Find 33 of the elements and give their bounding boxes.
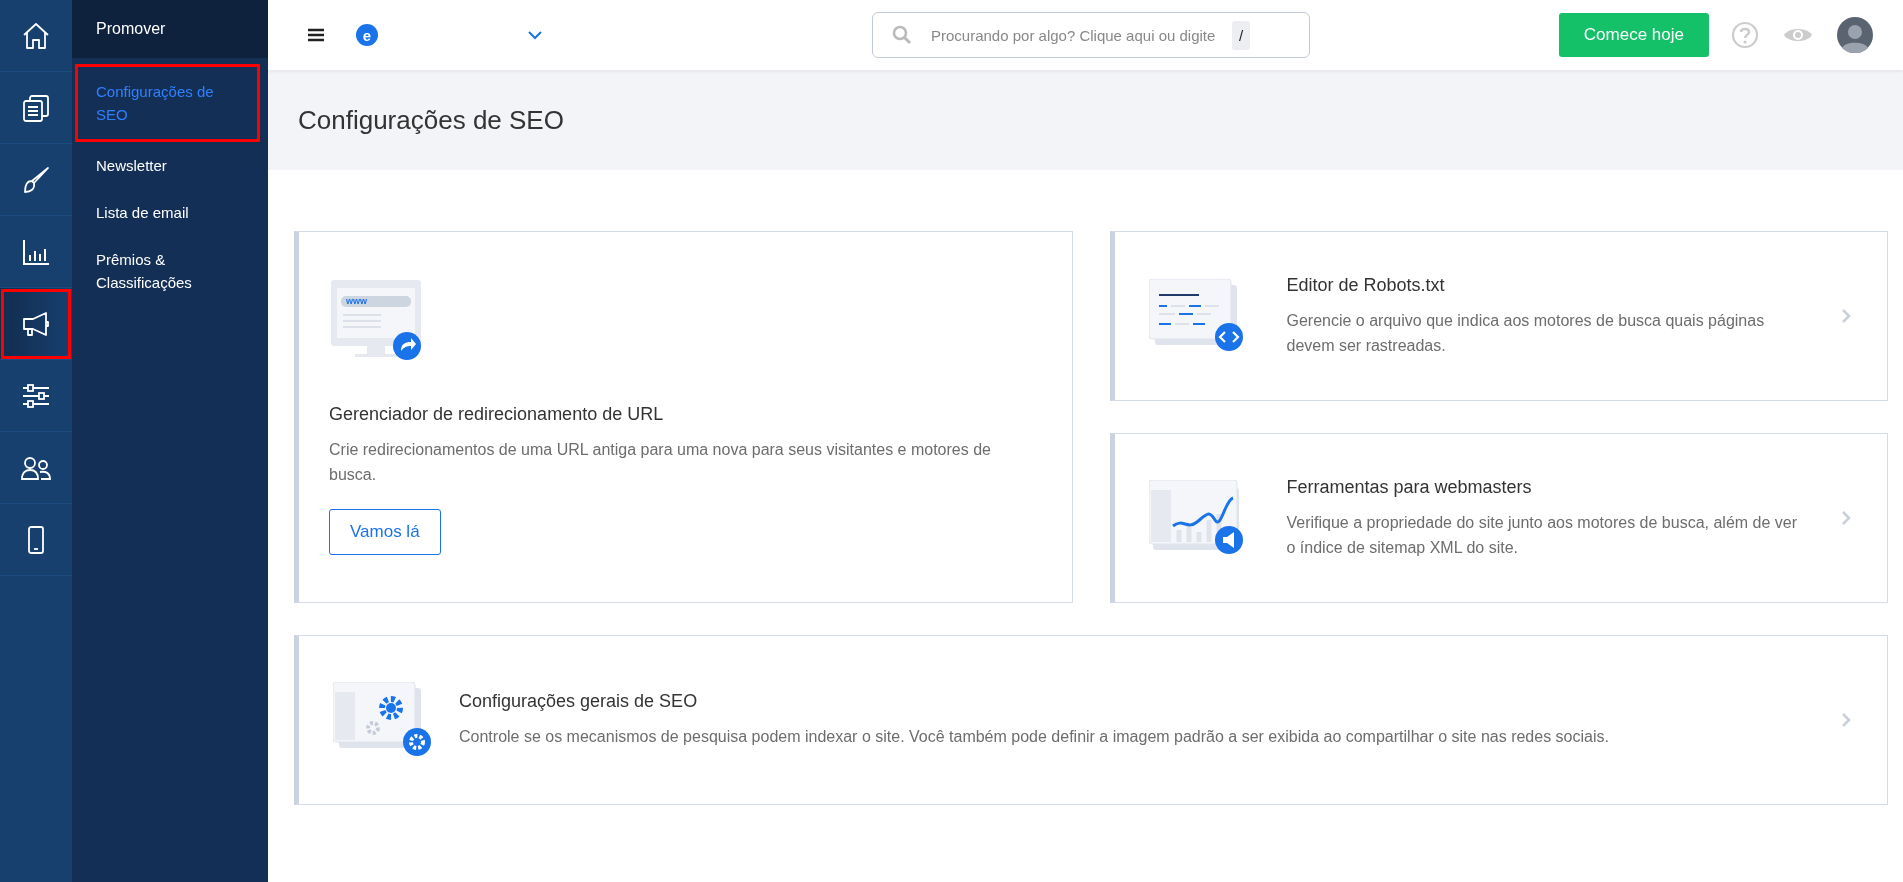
nav-link[interactable]: Prêmios & Classificações <box>72 236 268 306</box>
nav-link[interactable]: Configurações de SEO <box>75 64 260 142</box>
section-title: Promover <box>72 0 268 58</box>
nav-link[interactable]: Newsletter <box>72 142 268 189</box>
home-icon <box>21 20 51 51</box>
chevron-right-icon <box>1841 712 1851 728</box>
chevron-right-icon <box>1841 510 1851 526</box>
card-description: Crie redirecionamentos de uma URL antiga para uma nova para seus visitantes e motores de busca. <box>329 439 992 485</box>
feature-card[interactable]: Ferramentas para webmasters Verifique a propriedade do site junto aos motores de busca, além de ver o índice de sitemap XML do site. <box>1109 433 1888 603</box>
nav-link[interactable]: Lista de email <box>72 189 268 236</box>
chevron-down-icon[interactable] <box>528 30 542 40</box>
card-description: Verifique a propriedade do site junto aos motores de busca, além de ver o índice de sitemap XML do site. <box>1286 512 1799 558</box>
logo[interactable]: e <box>356 24 378 46</box>
card-description: Controle se os mecanismos de pesquisa podem indexar o site. Você também pode definir a imagem padrão a ser exibida ao compartilhar o site nas redes sociais. <box>459 727 1610 747</box>
brush-icon <box>21 164 51 195</box>
feature-card[interactable]: www Gerenciador de redirecionamento de URL Crie redirecionamentos de uma URL antiga para uma nova para seus visitantes e motores de busca. Vamos lá <box>294 231 1073 603</box>
shortcut-key: / <box>1232 21 1251 50</box>
page-title: Configurações de SEO <box>298 104 564 136</box>
card-title: Editor de Robots.txt <box>1286 274 1446 296</box>
feature-card[interactable]: Editor de Robots.txt Gerencie o arquivo que indica aos motores de busca quais páginas devem ser rastreadas. <box>1109 231 1888 401</box>
chevron-right-icon <box>1841 308 1851 324</box>
card-title: Ferramentas para webmasters <box>1286 476 1533 498</box>
avatar[interactable] <box>1837 17 1873 53</box>
feature-card[interactable]: Configurações gerais de SEO Controle se os mecanismos de pesquisa podem indexar o site. Você também pode definir a imagem padrão a ser exibida ao compartilhar o site nas redes sociais. <box>294 635 1888 805</box>
menu-icon[interactable] <box>308 28 324 42</box>
document-icon <box>21 92 51 123</box>
card-title: Configurações gerais de SEO <box>459 691 699 712</box>
go-button[interactable]: Vamos lá <box>329 508 441 555</box>
search-icon <box>892 25 912 45</box>
card-description: Gerencie o arquivo que indica aos motores de busca quais páginas devem ser rastreadas. <box>1286 310 1766 356</box>
url-label: www <box>346 294 367 307</box>
sidebar-item[interactable] <box>0 288 72 360</box>
card-title: Gerenciador de redirecionamento de URL <box>329 403 665 425</box>
